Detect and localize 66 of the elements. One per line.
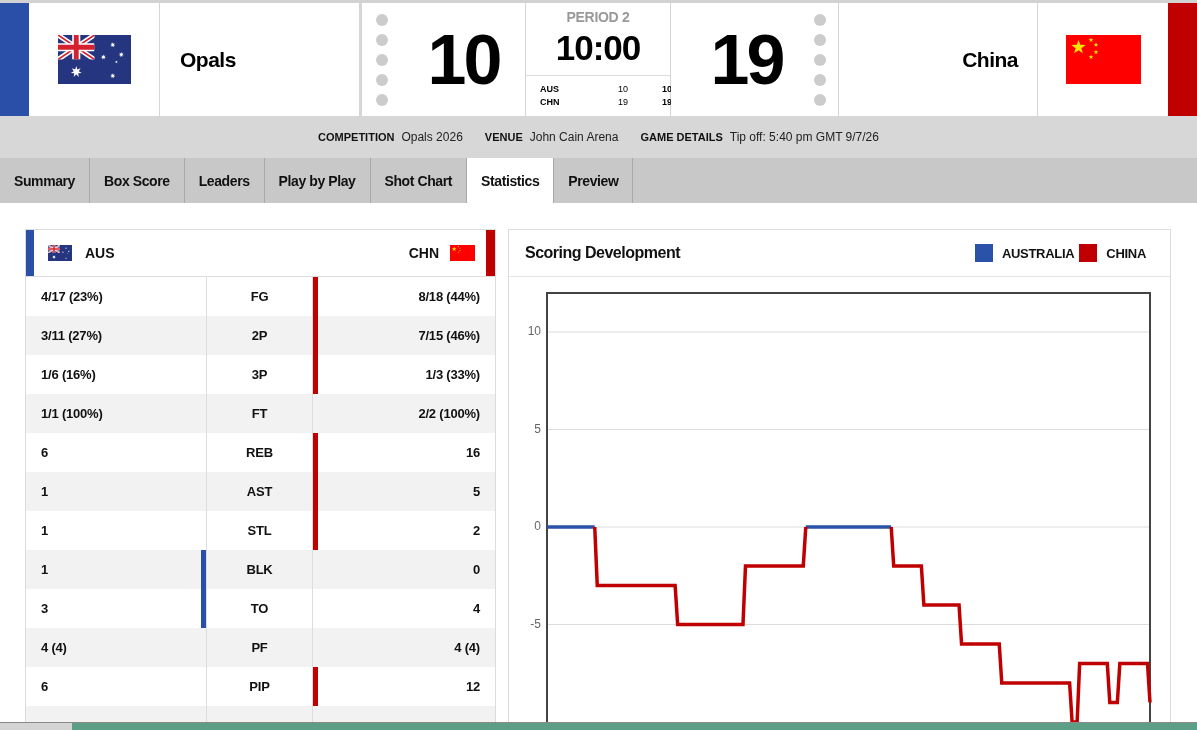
- stat-label: 3P: [251, 367, 268, 382]
- stat-value: 0: [472, 562, 480, 577]
- stat-value: 7/15 (46%): [418, 328, 480, 343]
- team-score: 19: [710, 24, 783, 95]
- y-tick-label: 0: [534, 519, 542, 534]
- stat-label: STL: [247, 523, 272, 538]
- stat-label: AST: [246, 484, 273, 499]
- stat-value: 1: [41, 523, 49, 538]
- stat-value: 4: [472, 601, 480, 616]
- chart-title: Scoring Development: [525, 244, 680, 262]
- info-label: GAME DETAILS: [640, 131, 723, 143]
- info-value: John Cain Arena: [529, 130, 619, 144]
- stat-value: 5: [472, 484, 480, 499]
- team-name: Opals: [180, 47, 236, 72]
- y-tick-label: 10: [527, 324, 542, 339]
- stat-label: FT: [251, 406, 268, 421]
- game-clock: 10:00: [555, 28, 641, 68]
- stat-value: 4 (4): [454, 640, 480, 655]
- chinese-flag-icon: [450, 245, 475, 261]
- y-tick-label: 5: [534, 421, 542, 436]
- stat-value: 6: [41, 679, 49, 694]
- stat-value: 1: [41, 562, 49, 577]
- australian-flag-icon: [48, 245, 72, 261]
- team-code: CHN: [408, 245, 439, 261]
- team-name: China: [962, 47, 1018, 72]
- stat-value: 6: [41, 445, 49, 460]
- stat-value: 4 (4): [41, 640, 67, 655]
- score-summary-cell-text: AUS: [540, 83, 560, 95]
- stat-label: PIP: [249, 679, 270, 694]
- australian-flag-icon: [57, 35, 131, 84]
- stat-value: 2: [472, 523, 480, 538]
- stat-value: 1: [41, 484, 49, 499]
- legend-label: CHINA: [1106, 245, 1146, 261]
- stat-value: 8/18 (44%): [418, 289, 480, 304]
- info-value: Tip off: 5:40 pm GMT 9/7/26: [729, 130, 879, 144]
- score-summary-cell-text: 19: [617, 96, 629, 108]
- score-summary-cell-text: CHN: [540, 96, 561, 108]
- stat-label: PF: [251, 640, 268, 655]
- scoring-line-chart: -5 0 5 10: [509, 277, 1170, 722]
- stat-label: BLK: [246, 562, 273, 577]
- team-score: 10: [427, 24, 500, 95]
- tab[interactable]: Statistics: [467, 158, 555, 203]
- stat-value: 3/11 (27%): [41, 328, 102, 343]
- scrollbar-thumb[interactable]: [72, 723, 1197, 730]
- stat-label: FG: [250, 289, 269, 304]
- team-code: AUS: [85, 245, 115, 261]
- stat-value: 2/2 (100%): [418, 406, 480, 421]
- stat-value: 12: [465, 679, 480, 694]
- legend-label: AUSTRALIA: [1001, 245, 1075, 261]
- score-summary-cell-text: 10: [617, 83, 629, 95]
- period-label: PERIOD 2: [566, 9, 630, 25]
- stat-value: 3: [41, 601, 49, 616]
- stat-value: 4/17 (23%): [41, 289, 103, 304]
- stat-value: 1/1 (100%): [41, 406, 103, 421]
- stat-value: 1/6 (16%): [41, 367, 96, 382]
- stat-label: 2P: [251, 328, 268, 343]
- y-tick-label: -5: [530, 616, 542, 631]
- stat-value: 16: [465, 445, 480, 460]
- info-label: VENUE: [484, 131, 523, 143]
- horizontal-scrollbar[interactable]: [0, 722, 1197, 730]
- chinese-flag-icon: [1065, 35, 1141, 84]
- stat-label: TO: [250, 601, 269, 616]
- stat-value: 1/3 (33%): [425, 367, 480, 382]
- stat-label: REB: [246, 445, 273, 460]
- info-value: Opals 2026: [401, 130, 463, 144]
- info-label: COMPETITION: [318, 131, 395, 143]
